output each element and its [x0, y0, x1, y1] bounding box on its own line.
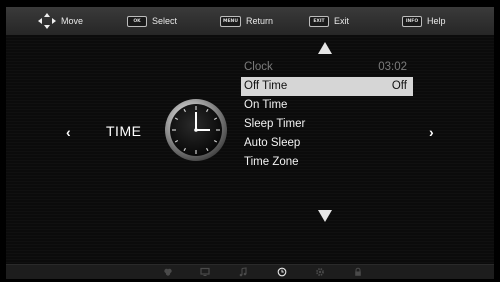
menu-item-time-zone[interactable]: Time Zone [241, 153, 413, 172]
menu-item-on-time[interactable]: On Time [241, 96, 413, 115]
category-bar [6, 264, 494, 279]
hint-move: Move [38, 13, 83, 29]
scroll-up-arrow-icon[interactable] [318, 42, 332, 54]
dpad-icon [38, 13, 56, 29]
clock-illustration-icon [165, 99, 227, 161]
menu-item-value: 03:02 [378, 61, 407, 73]
ok-key-icon: OK [127, 15, 147, 27]
menu-item-label: On Time [244, 99, 288, 111]
menu-item-label: Sleep Timer [244, 118, 306, 130]
menu-key-icon: MENU [220, 15, 241, 27]
scroll-down-arrow-icon[interactable] [318, 210, 332, 222]
exit-key-icon: EXIT [309, 15, 329, 27]
previous-page-arrow[interactable]: ‹ [66, 124, 71, 140]
menu-item-off-time[interactable]: Off Time Off [241, 77, 413, 96]
picture-icon[interactable] [163, 267, 173, 277]
hint-help: INFO Help [402, 15, 446, 27]
info-key-icon: INFO [402, 15, 422, 27]
menu-item-sleep-timer[interactable]: Sleep Timer [241, 115, 413, 134]
hint-help-label: Help [427, 16, 446, 26]
menu-item-label: Auto Sleep [244, 137, 301, 149]
clock-icon[interactable] [277, 267, 287, 277]
hint-return-label: Return [245, 16, 273, 26]
time-menu: Clock 03:02 Off Time Off On Time Sleep T… [241, 58, 413, 172]
menu-item-value: Off [391, 80, 407, 92]
menu-item-label: Time Zone [244, 156, 299, 168]
hint-move-label: Move [61, 16, 84, 26]
next-page-arrow[interactable]: › [429, 124, 434, 140]
menu-item-label: Clock [244, 61, 273, 73]
lock-icon[interactable] [353, 267, 363, 277]
page-title: TIME [106, 123, 142, 139]
menu-item-clock: Clock 03:02 [241, 58, 413, 77]
hint-exit: EXIT Exit [309, 15, 350, 27]
hint-exit-label: Exit [334, 16, 350, 26]
hint-return: MENU Return [220, 15, 273, 27]
menu-item-auto-sleep[interactable]: Auto Sleep [241, 134, 413, 153]
hint-bar: Move OK Select MENU Return EXIT Exit INF… [6, 7, 494, 35]
menu-item-label: Off Time [244, 80, 288, 92]
screen-icon[interactable] [200, 267, 210, 277]
music-note-icon[interactable] [238, 267, 248, 277]
gear-icon[interactable] [315, 267, 325, 277]
hint-select: OK Select [127, 15, 178, 27]
hint-select-label: Select [152, 16, 178, 26]
